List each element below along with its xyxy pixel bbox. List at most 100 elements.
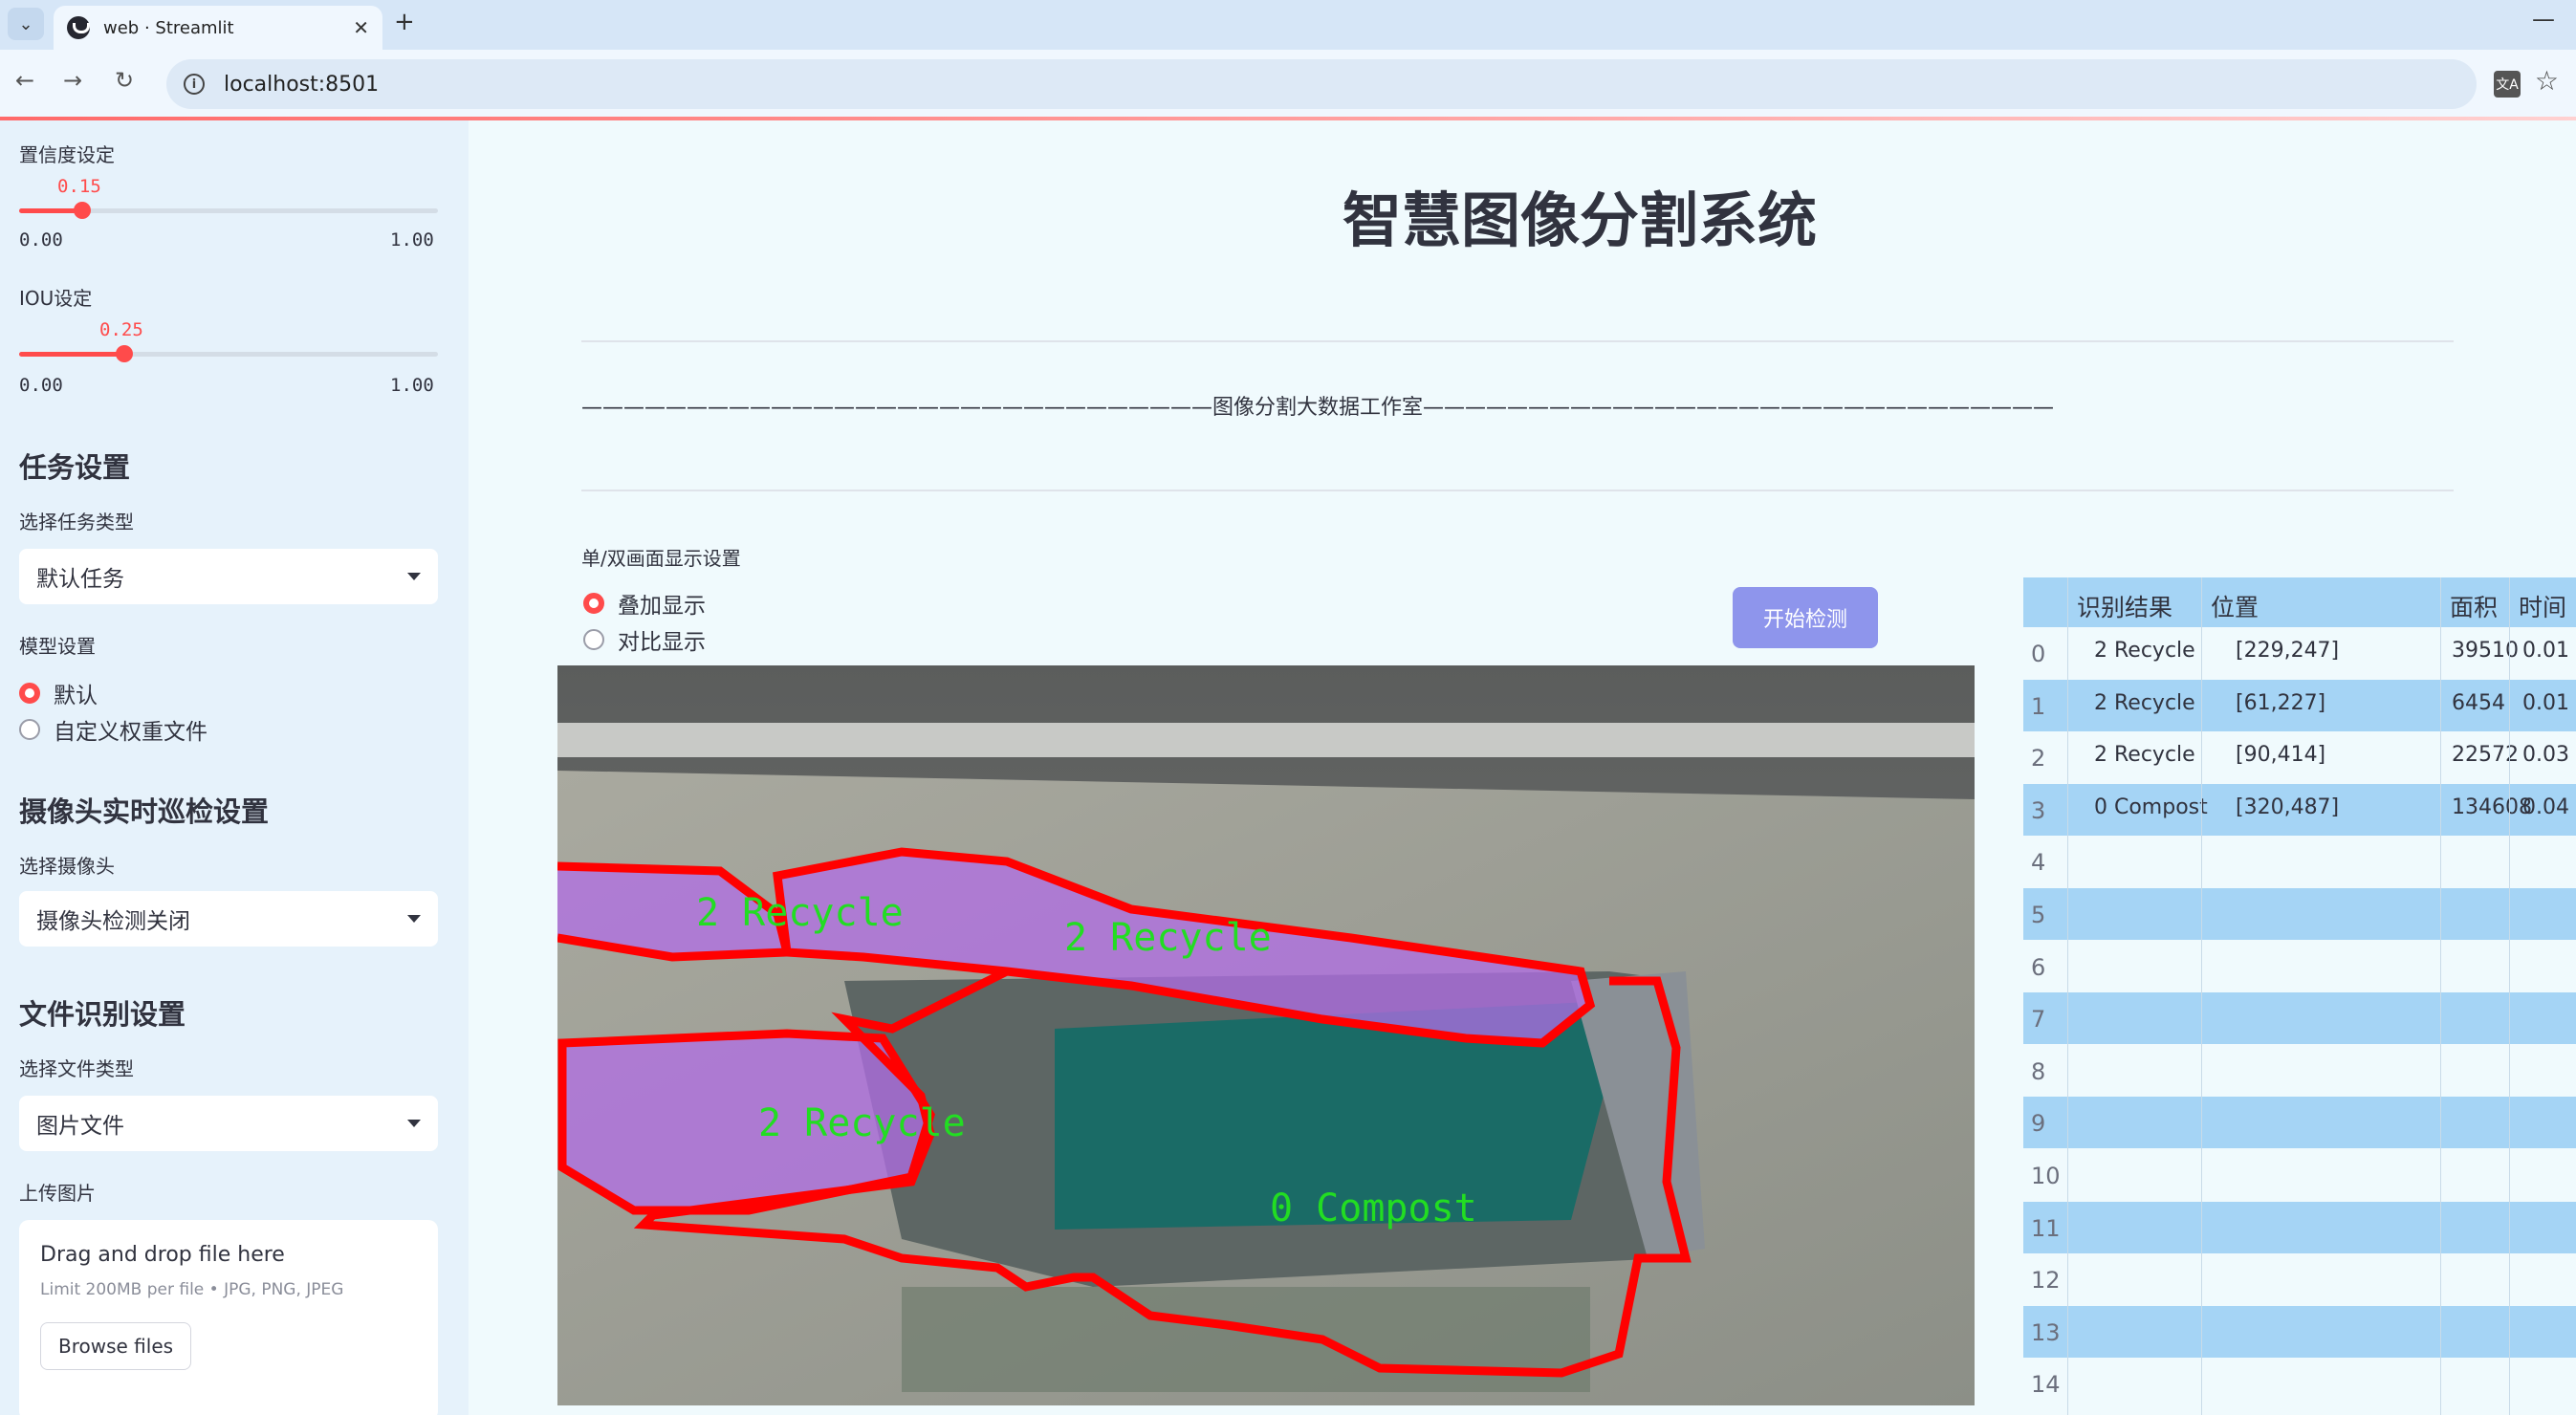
cell-result: 2 Recycle [2094, 639, 2195, 663]
column-header-time[interactable]: 时间 [2519, 589, 2566, 623]
table-row[interactable]: 02 Recycle [229,247] 39510 0.01 [2023, 627, 2576, 679]
results-table[interactable]: 识别结果 位置 面积 时间 0 2 Recycle [229,247] 3 9 5 10 0.… [2023, 577, 2576, 1415]
dropzone-limit: Limit 200MB per file • JPG, PNG, JPEG [40, 1280, 344, 1299]
row-index: 2 [2031, 745, 2046, 773]
task-type-select[interactable]: 默认任务 [19, 549, 438, 604]
column-header-result[interactable]: 识别结果 [2077, 589, 2172, 623]
chevron-down-icon [407, 573, 421, 580]
address-bar: ← → ↻ i localhost:8501 文A ☆ [0, 50, 2576, 119]
radio-selected-icon [583, 593, 604, 614]
row-index: 7 [2031, 1006, 2046, 1034]
bin-front-label [902, 1287, 1590, 1392]
file-type-select[interactable]: 图片文件 [19, 1096, 438, 1151]
model-option-label: 自定义权重文件 [54, 720, 207, 745]
tab-title: web · Streamlit [103, 17, 234, 38]
display-radio-compare[interactable]: 对比显示 [583, 623, 706, 656]
mask-label-1: 2 Recycle [696, 891, 904, 935]
start-detection-button[interactable]: 开始检测 [1733, 587, 1878, 648]
display-radio-overlay[interactable]: 叠加显示 [583, 587, 706, 620]
task-type-label: 选择任务类型 [19, 511, 134, 533]
table-row[interactable]: 10 [2023, 1149, 2576, 1201]
table-row[interactable]: 6 [2023, 940, 2576, 992]
cell-time: 0.01 [2522, 690, 2569, 715]
browse-files-button[interactable]: Browse files [40, 1322, 192, 1370]
task-type-value: 默认任务 [36, 567, 124, 592]
camera-label: 选择摄像头 [19, 855, 115, 878]
page-title: 智慧图像分割系统 [1342, 185, 1817, 255]
close-tab-icon[interactable]: ✕ [353, 16, 369, 39]
camera-settings-header: 摄像头实时巡检设置 [19, 795, 270, 828]
back-icon[interactable]: ← [15, 67, 34, 94]
row-index: 4 [2031, 849, 2046, 877]
task-settings-header: 任务设置 [19, 451, 131, 484]
cell-area: 134608 [2452, 795, 2532, 819]
file-type-value: 图片文件 [36, 1114, 124, 1139]
table-row[interactable]: 4 [2023, 836, 2576, 888]
model-radio-custom[interactable]: 自定义权重文件 [19, 713, 207, 746]
model-radio-default[interactable]: 默认 [19, 677, 98, 709]
radio-unselected-icon [583, 629, 604, 650]
iou-min: 0.00 [19, 375, 63, 396]
cell-result: 0 Compost [2094, 795, 2208, 819]
cell-time: 0.03 [2522, 743, 2569, 768]
row-index: 5 [2031, 902, 2046, 928]
table-row[interactable]: 14 [2023, 1358, 2576, 1410]
minimize-window-icon[interactable]: — [2532, 6, 2555, 33]
tab-search-chevron-icon[interactable]: ⌄ [8, 8, 44, 40]
table-row[interactable]: 3 0 Compost [320,487] 134608 0.04 [2023, 783, 2576, 836]
iou-slider-thumb[interactable] [115, 345, 133, 362]
table-row[interactable]: 11 [2023, 1201, 2576, 1253]
radio-selected-icon [19, 683, 40, 704]
row-index: 6 [2031, 953, 2046, 981]
browser-tab[interactable]: web · Streamlit ✕ [54, 6, 382, 50]
studio-banner: ——————————————————————————————图像分割大数据工作室… [581, 396, 2055, 420]
file-dropzone[interactable]: Drag and drop file here Limit 200MB per … [19, 1220, 438, 1415]
ledge [557, 723, 1975, 757]
reload-icon[interactable]: ↻ [115, 67, 134, 94]
url-text: localhost:8501 [224, 72, 380, 97]
table-row[interactable]: 12 [2023, 1253, 2576, 1306]
table-row[interactable]: 1 2 Recycle [61,227] 6454 0.01 [2023, 679, 2576, 731]
translate-icon[interactable]: 文A [2494, 71, 2521, 98]
mask-label-3: 2 Recycle [758, 1101, 966, 1145]
display-option-label: 叠加显示 [618, 594, 706, 619]
camera-value: 摄像头检测关闭 [36, 909, 190, 934]
cell-time: 0.04 [2522, 795, 2569, 819]
chevron-down-icon [407, 915, 421, 923]
table-row[interactable]: 13 [2023, 1305, 2576, 1358]
column-header-position[interactable]: 位置 [2211, 589, 2259, 623]
url-field[interactable]: i localhost:8501 [166, 59, 2477, 109]
row-index: 14 [2031, 1371, 2061, 1399]
table-row[interactable]: 8 [2023, 1044, 2576, 1097]
mask-label-4: 0 Compost [1270, 1186, 1477, 1230]
iou-label: IOU设定 [19, 287, 93, 310]
column-divider [2067, 577, 2068, 1415]
forward-icon[interactable]: → [63, 67, 82, 94]
upload-label: 上传图片 [19, 1182, 96, 1205]
row-index: 12 [2031, 1267, 2061, 1295]
row-index: 3 [2031, 796, 2046, 824]
table-row[interactable]: 7 [2023, 992, 2576, 1045]
camera-select[interactable]: 摄像头检测关闭 [19, 891, 438, 947]
table-row[interactable]: 5 [2023, 888, 2576, 940]
new-tab-icon[interactable]: + [394, 8, 415, 36]
bookmark-star-icon[interactable]: ☆ [2535, 65, 2559, 97]
streamlit-favicon-icon [67, 16, 90, 39]
divider [581, 490, 2454, 491]
column-header-area[interactable]: 面积 [2450, 589, 2498, 623]
column-divider [2440, 577, 2441, 1415]
table-row[interactable]: 22 Recycle [90,414] 22572 0.03 [2023, 731, 2576, 784]
cell-time: 0.01 [2522, 639, 2569, 663]
cell-position: [320,487] [2236, 795, 2340, 819]
cell-position: [61,227] [2236, 690, 2326, 715]
iou-slider[interactable] [19, 345, 438, 362]
sidebar: 置信度设定 0.15 0.00 1.00 IOU设定 0.25 0.00 1.0… [0, 120, 469, 1415]
table-row[interactable]: 9 [2023, 1097, 2576, 1149]
iou-value: 0.25 [99, 319, 143, 340]
divider [581, 340, 2454, 342]
file-type-label: 选择文件类型 [19, 1057, 134, 1080]
cell-result: 2 Recycle [2094, 690, 2195, 715]
cell-position: [90,414] [2236, 743, 2326, 768]
model-option-label: 默认 [54, 684, 98, 708]
site-info-icon[interactable]: i [184, 74, 205, 95]
